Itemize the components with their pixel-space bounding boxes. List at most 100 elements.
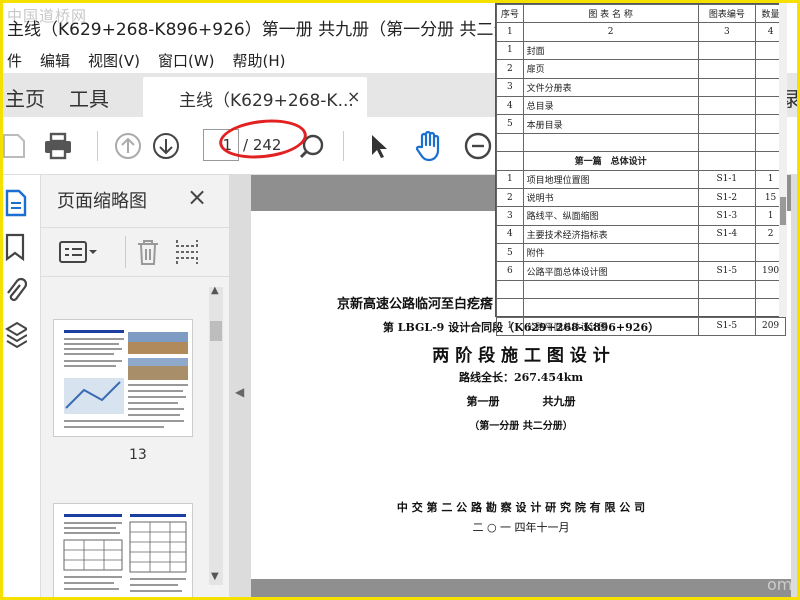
- close-tab-icon[interactable]: ×: [347, 87, 360, 106]
- thumbnail-scrollbar[interactable]: ▲ ▼: [209, 285, 223, 585]
- table-column-number: 2: [522, 22, 699, 42]
- bookmark-icon[interactable]: [5, 233, 27, 261]
- table-row: 3 文件分册表: [496, 77, 786, 97]
- page-gap: [251, 579, 791, 597]
- table-cell: [697, 243, 757, 263]
- table-header-cell: 序号: [496, 3, 524, 24]
- scroll-up-icon[interactable]: ▲: [211, 285, 219, 296]
- table-cell: [697, 132, 757, 153]
- table-cell: 公路平面总体设计图: [522, 261, 699, 281]
- save-icon[interactable]: [3, 129, 31, 163]
- table-row: 5 附件: [496, 243, 786, 263]
- attachment-icon[interactable]: [5, 277, 27, 305]
- table-cell: 附件: [522, 243, 699, 263]
- table-cell: 4: [496, 224, 524, 245]
- thumbnail-panel: 页面缩略图 × ▲ ▼ 13: [41, 175, 229, 597]
- close-panel-icon[interactable]: ×: [187, 183, 207, 211]
- tab-document-label: 主线（K629+268-K...: [179, 91, 354, 111]
- document-date: 二 ○ 一 四年十一月: [472, 521, 570, 534]
- table-cell: 第一篇 总体设计: [522, 151, 699, 171]
- table-cell: 路线平、纵面缩图: [522, 206, 699, 226]
- contents-table-overlay: 序号 图 表 名 称 图表编号 数量 1 2 3 4 1 封面 2 扉页 3 文件分册表 4…: [495, 3, 787, 337]
- scroll-thumb[interactable]: [210, 321, 222, 341]
- table-row: 5 本册目录: [496, 114, 786, 134]
- menu-edit[interactable]: 编辑: [40, 50, 70, 71]
- document-title-line1: 京新高速公路临河至白疙瘩: [337, 297, 494, 312]
- table-cell: [522, 132, 699, 153]
- menu-file[interactable]: 件: [7, 50, 22, 71]
- scroll-down-icon[interactable]: ▼: [211, 571, 219, 582]
- select-cursor-icon[interactable]: [361, 129, 395, 163]
- thumbnail-options-icon[interactable]: [59, 240, 97, 264]
- table-cell: [697, 59, 757, 79]
- table-cell: [496, 132, 524, 153]
- table-cell: 项目地理位置图: [522, 169, 699, 189]
- table-cell: 2: [496, 59, 524, 79]
- table-cell: 5: [496, 243, 524, 263]
- table-cell: 6: [496, 261, 524, 281]
- table-cell: 5: [496, 114, 524, 134]
- table-cell: S1-5: [697, 261, 757, 281]
- company-name: 中 交 第 二 公 路 勘 察 设 计 研 究 院 有 限 公 司: [396, 501, 646, 514]
- hand-tool-icon[interactable]: [411, 129, 445, 163]
- table-row: 4 总目录: [496, 95, 786, 116]
- table-header-cell: 图 表 名 称: [522, 3, 699, 24]
- table-cell: S1-4: [697, 224, 757, 245]
- table-cell: [496, 279, 524, 300]
- tab-document[interactable]: 主线（K629+268-K... ×: [143, 77, 367, 117]
- table-cell: 1: [496, 316, 524, 337]
- table-cell: [697, 77, 757, 97]
- print-icon[interactable]: [41, 129, 75, 163]
- table-cell: [496, 298, 524, 318]
- menu-view[interactable]: 视图(V): [88, 50, 140, 71]
- thumbnail-page[interactable]: [53, 319, 193, 437]
- table-cell: S1-1: [697, 169, 757, 189]
- table-cell: 说明书: [522, 187, 699, 208]
- overlay-scrollbar: [779, 3, 787, 317]
- table-cell: 209: [755, 316, 786, 337]
- sub-volume: （第一分册 共二分册）: [469, 421, 573, 432]
- menu-window[interactable]: 窗口(W): [158, 50, 215, 71]
- table-cell: 扉页: [522, 59, 699, 79]
- table-row: 1 项目地理位置图 S1-1 1: [496, 169, 786, 189]
- table-row: 第一篇 总体设计: [496, 151, 786, 171]
- overlay-scroll-thumb: [780, 197, 786, 225]
- layers-icon[interactable]: [5, 321, 27, 349]
- menu-help[interactable]: 帮助(H): [233, 50, 286, 71]
- table-cell: 2: [496, 187, 524, 208]
- app-window: 中国道桥网 主线（K629+268-K896+926）第一册 共九册（第一分册 …: [0, 0, 800, 600]
- next-page-icon[interactable]: [149, 129, 183, 163]
- toolbar-separator: [125, 236, 126, 268]
- thumbnail-page[interactable]: [53, 503, 193, 597]
- table-cell: 1: [496, 169, 524, 189]
- thumbnail-page-number: 13: [129, 447, 147, 463]
- tab-tools[interactable]: 工具: [69, 83, 109, 112]
- table-cell: [697, 298, 757, 318]
- table-cell: [697, 95, 757, 116]
- left-rail: [3, 175, 41, 597]
- table-row: 3 路线平、纵面缩图 S1-3 1: [496, 206, 786, 226]
- table-row: [496, 279, 786, 300]
- table-cell: [697, 40, 757, 61]
- trash-icon[interactable]: [135, 238, 161, 266]
- contents-table: 序号 图 表 名 称 图表编号 数量 1 2 3 4 1 封面 2 扉页 3 文件分册表 4…: [496, 3, 786, 337]
- table-cell: [522, 298, 699, 318]
- corner-watermark: om: [767, 575, 793, 594]
- zoom-out-icon[interactable]: [461, 129, 495, 163]
- table-row: [496, 132, 786, 153]
- table-row: 1 公路平面总体设计图 S1-5 209: [496, 316, 786, 337]
- table-cell: 总目录: [522, 95, 699, 116]
- previous-page-icon[interactable]: [111, 129, 145, 163]
- volume-total: 共九册: [542, 395, 576, 408]
- page-thumbnails-icon[interactable]: [5, 189, 27, 217]
- table-cell: 4: [496, 95, 524, 116]
- extract-pages-icon[interactable]: [175, 238, 199, 266]
- table-cell: [522, 279, 699, 300]
- table-cell: 3: [496, 206, 524, 226]
- table-cell: 1: [496, 40, 524, 61]
- tab-home[interactable]: 主页: [5, 83, 45, 112]
- table-cell: 主要技术经济指标表: [522, 224, 699, 245]
- thumbnail-toolbar: [41, 227, 229, 277]
- toolbar-separator: [343, 131, 344, 161]
- table-row: 2 说明书 S1-2 15: [496, 187, 786, 208]
